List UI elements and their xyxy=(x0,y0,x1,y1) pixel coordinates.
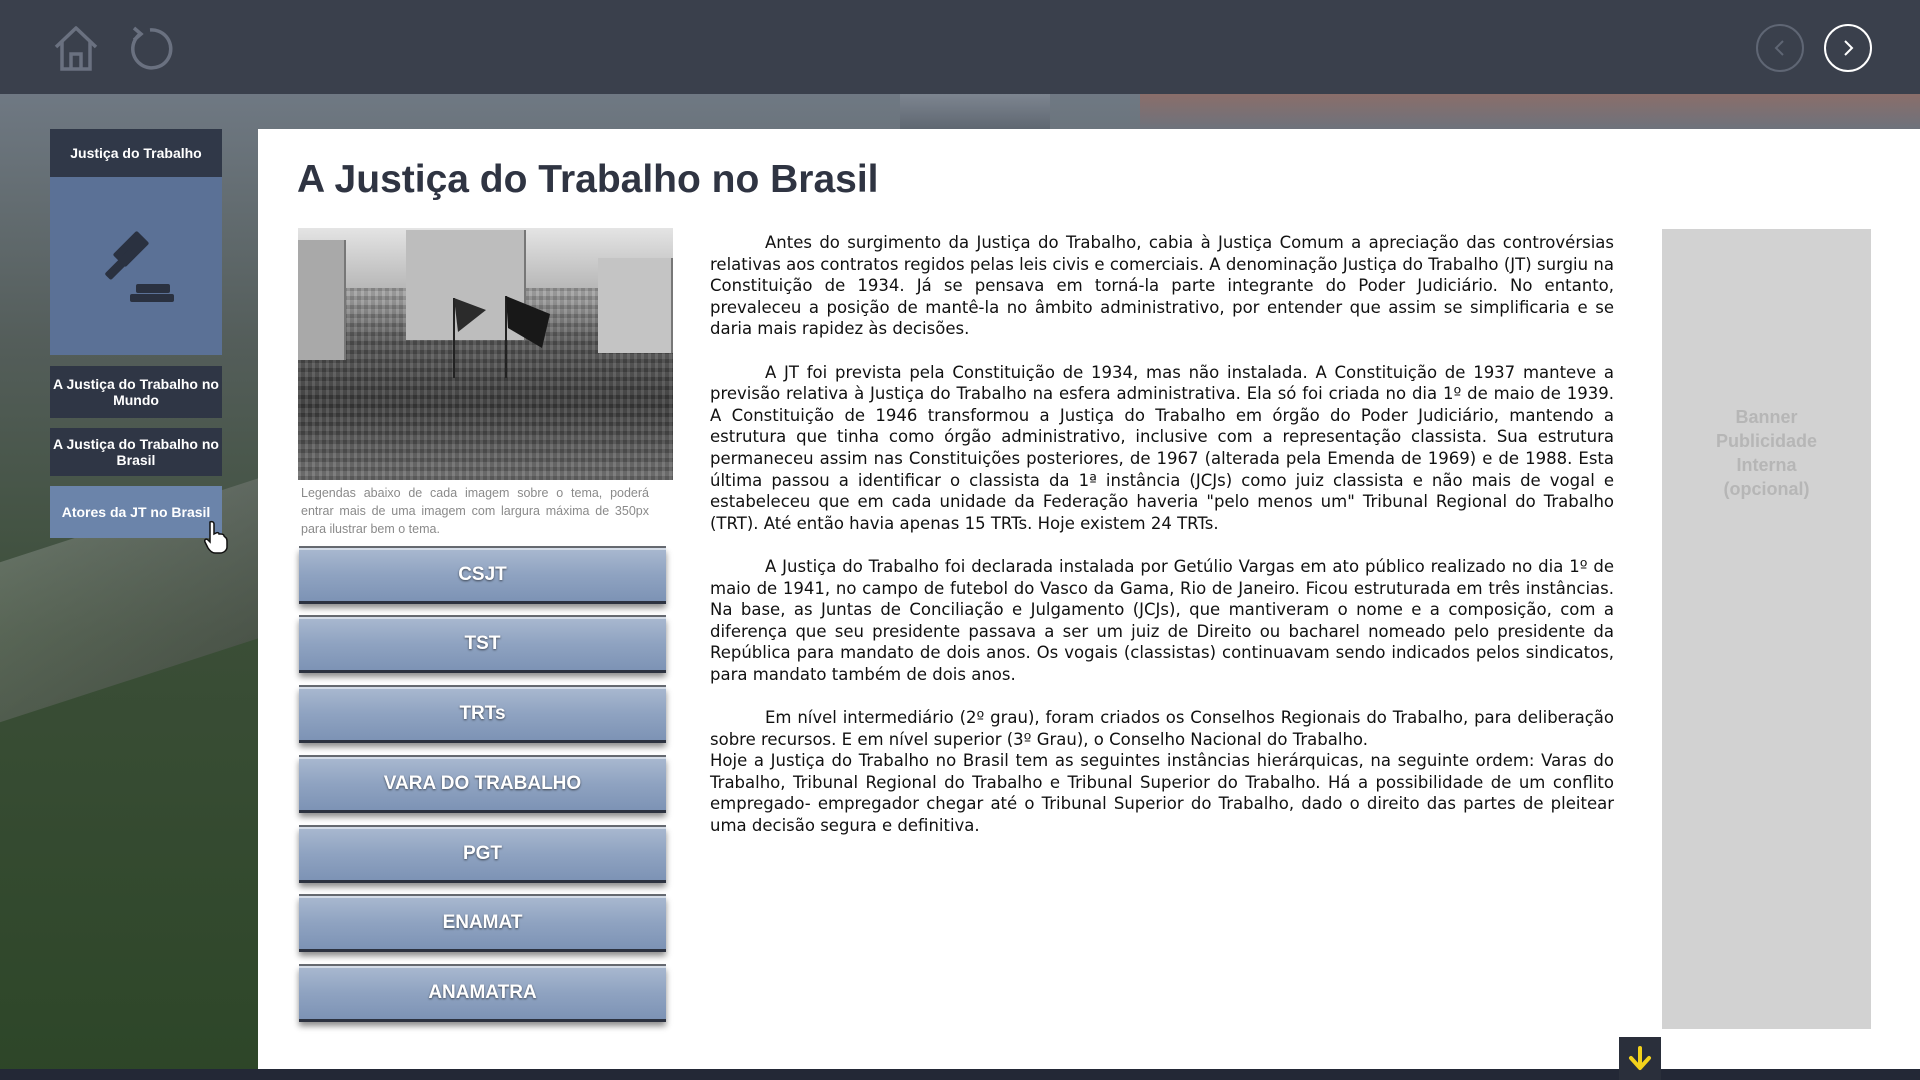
button-label: TRTs xyxy=(459,702,506,724)
pgt-button[interactable]: PGT xyxy=(299,827,666,883)
background-building xyxy=(900,94,1050,130)
chevron-left-icon xyxy=(1774,40,1784,56)
scroll-down-button[interactable] xyxy=(1619,1037,1661,1080)
trts-button[interactable]: TRTs xyxy=(299,687,666,743)
ad-banner[interactable]: Banner Publicidade Interna (opcional) xyxy=(1662,229,1871,1029)
button-label: PGT xyxy=(462,842,503,864)
background-building xyxy=(1140,94,1920,130)
article-body: Antes do surgimento da Justiça do Trabal… xyxy=(710,232,1614,858)
button-label: ENAMAT xyxy=(442,911,523,933)
refresh-icon[interactable] xyxy=(124,22,176,74)
prev-page-button[interactable] xyxy=(1756,24,1804,72)
article-paragraph: Antes do surgimento da Justiça do Trabal… xyxy=(710,233,1614,339)
tst-button[interactable]: TST xyxy=(299,617,666,673)
article-paragraph: A JT foi prevista pela Constituição de 1… xyxy=(710,362,1614,533)
next-page-button[interactable] xyxy=(1824,24,1872,72)
sidebar-item-justica-no-brasil[interactable]: A Justiça do Trabalho no Brasil xyxy=(50,428,222,476)
sidebar-card-title: Justiça do Trabalho xyxy=(50,129,222,177)
button-label: TST xyxy=(464,632,501,654)
sidebar-item-atores-jt[interactable]: Atores da JT no Brasil xyxy=(50,486,222,538)
button-label: VARA DO TRABALHO xyxy=(383,772,582,794)
gavel-icon xyxy=(105,231,174,302)
chevron-right-icon xyxy=(1844,40,1854,56)
button-label: CSJT xyxy=(458,563,507,585)
enamat-button[interactable]: ENAMAT xyxy=(299,896,666,952)
hand-cursor-icon xyxy=(204,520,228,558)
sidebar-item-label: A Justiça do Trabalho no Mundo xyxy=(53,376,219,408)
page-title: A Justiça do Trabalho no Brasil xyxy=(297,158,879,201)
top-bar xyxy=(0,0,1920,94)
image-caption: Legendas abaixo de cada imagem sobre o t… xyxy=(301,486,649,536)
banner-placeholder-text: Banner Publicidade Interna (opcional) xyxy=(1715,407,1818,499)
button-label: ANAMATRA xyxy=(428,981,537,1003)
historical-photo xyxy=(298,228,673,480)
sidebar-section-card[interactable]: Justiça do Trabalho xyxy=(50,129,222,355)
article-paragraph: Hoje a Justiça do Trabalho no Brasil tem… xyxy=(710,751,1614,836)
home-icon[interactable] xyxy=(50,22,102,74)
vara-do-trabalho-button[interactable]: VARA DO TRABALHO xyxy=(299,757,666,813)
csjt-button[interactable]: CSJT xyxy=(299,548,666,604)
sidebar-item-label: A Justiça do Trabalho no Brasil xyxy=(53,436,219,468)
article-paragraph: Em nível intermediário (2º grau), foram … xyxy=(710,708,1614,749)
article-paragraph: A Justiça do Trabalho foi declarada inst… xyxy=(710,556,1614,684)
arrow-down-icon xyxy=(1629,1045,1651,1070)
sidebar-item-justica-no-mundo[interactable]: A Justiça do Trabalho no Mundo xyxy=(50,366,222,418)
anamatra-button[interactable]: ANAMATRA xyxy=(299,966,666,1022)
sidebar-item-label: Atores da JT no Brasil xyxy=(61,504,211,520)
